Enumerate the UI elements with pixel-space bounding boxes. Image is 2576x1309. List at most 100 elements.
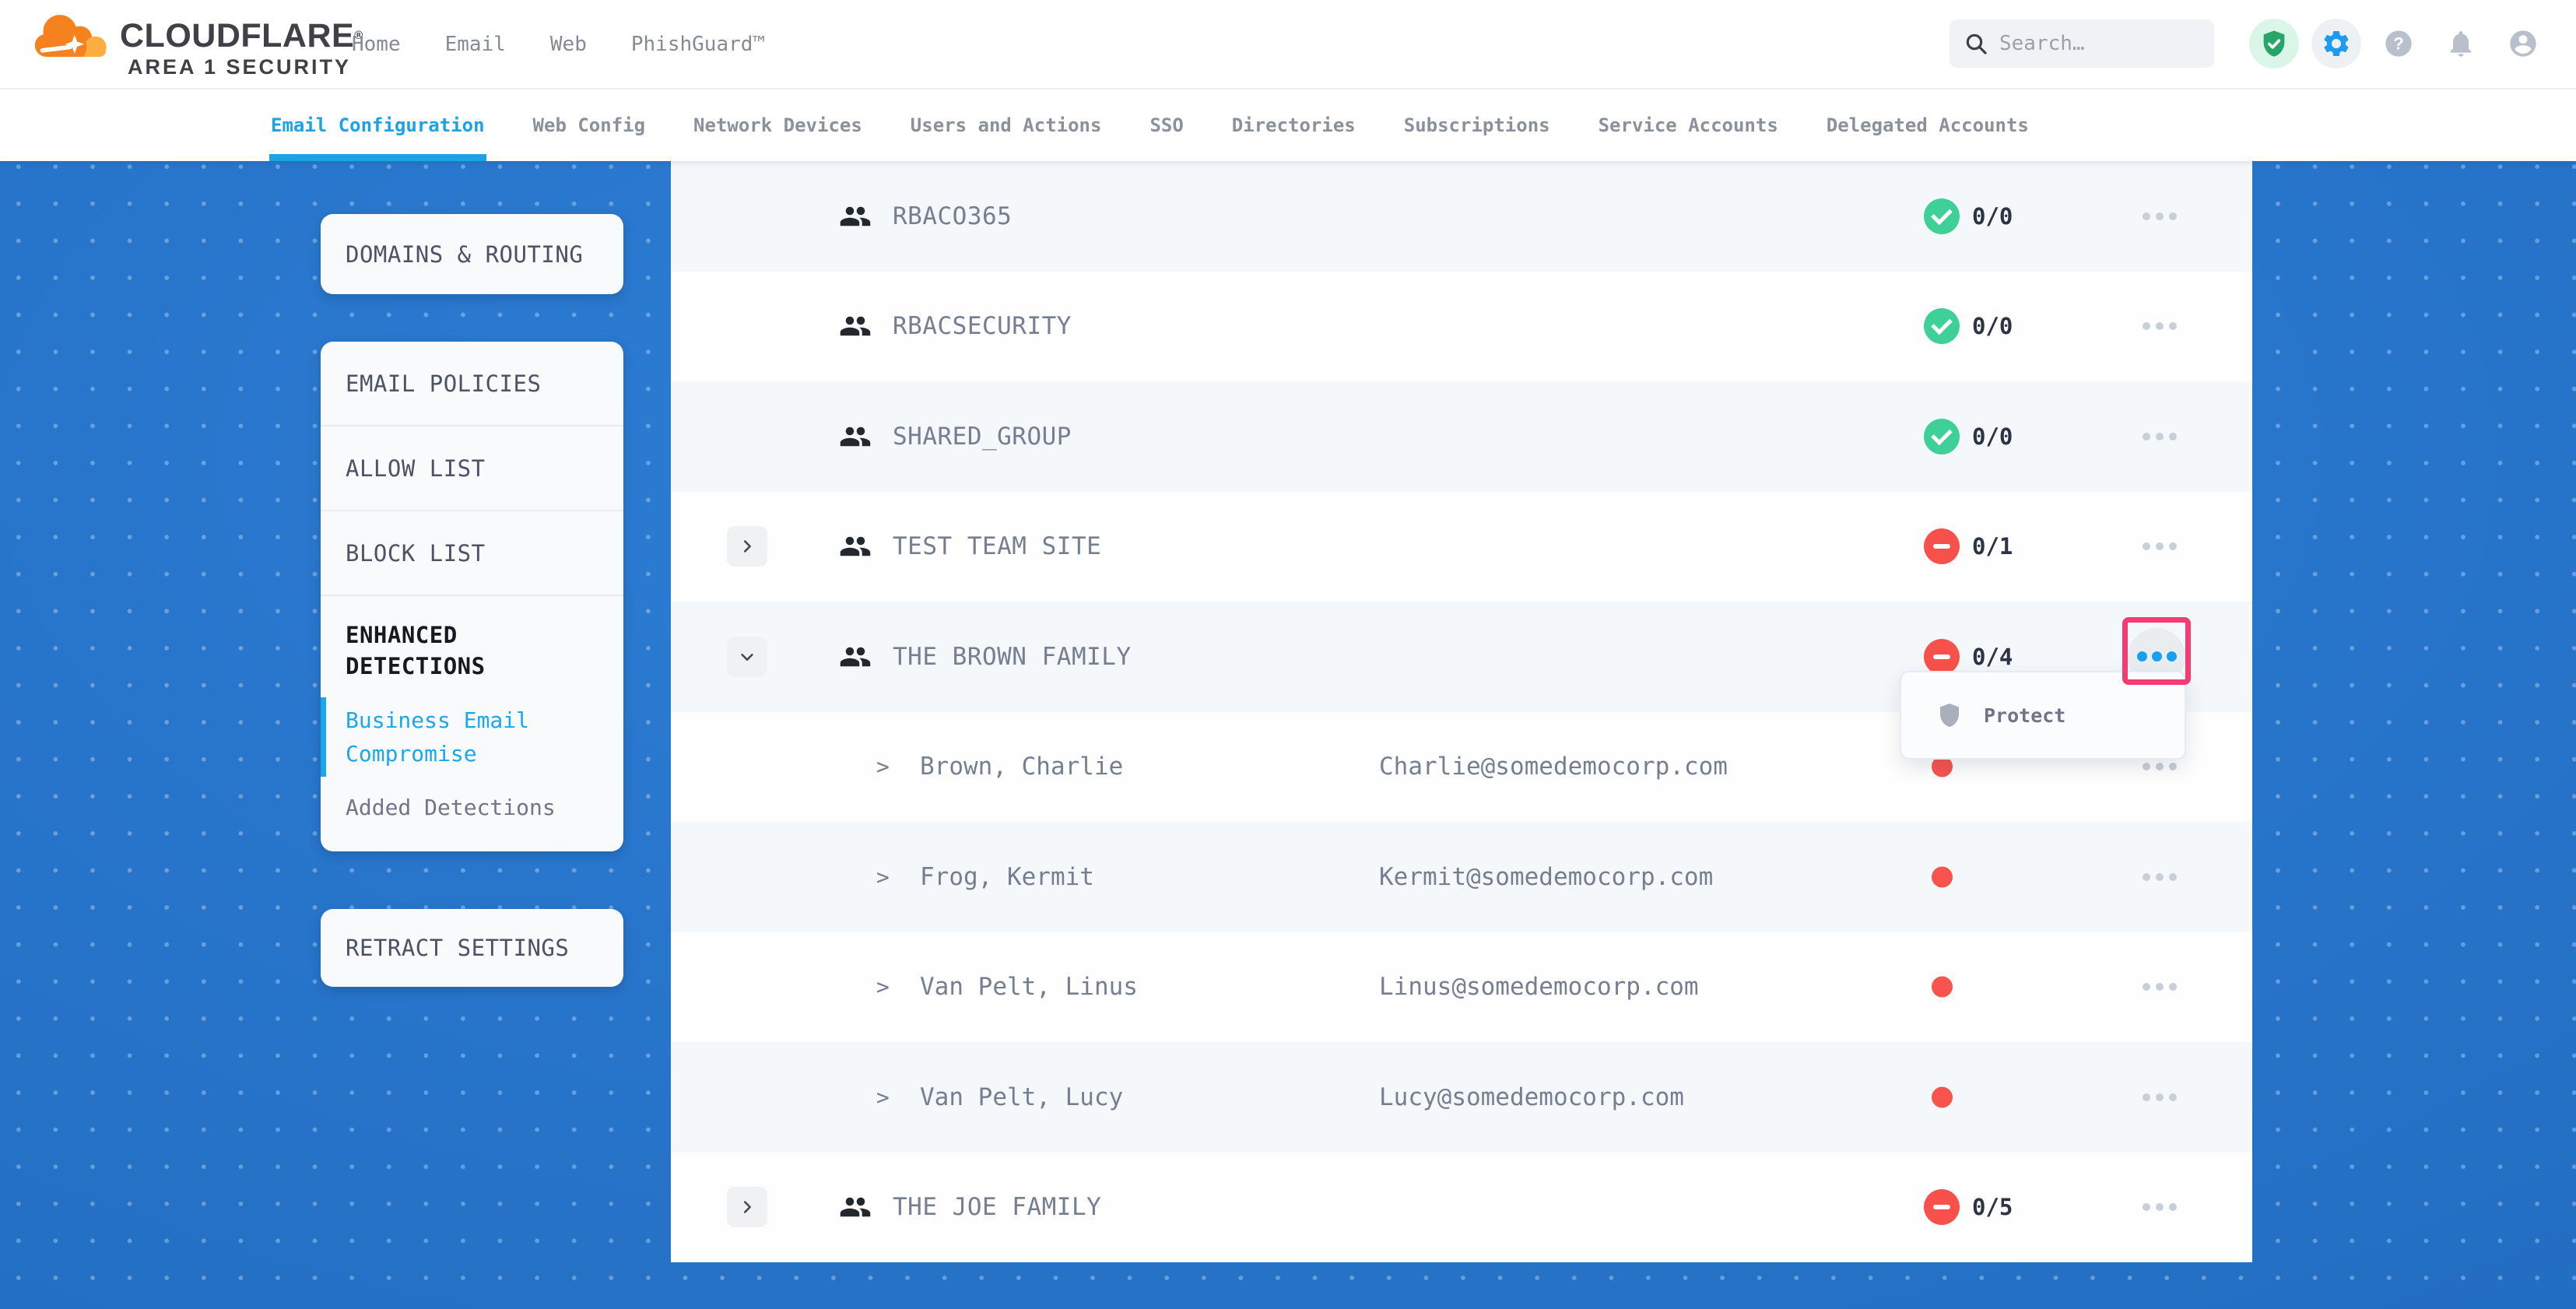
chevron-right-icon[interactable] xyxy=(876,1084,890,1110)
protection-count: 0/1 xyxy=(1972,533,2013,560)
status-badge xyxy=(1924,528,1960,564)
tab-service-accounts[interactable]: Service Accounts xyxy=(1599,89,1778,161)
account-button[interactable] xyxy=(2498,19,2548,68)
sidebar-policy-items: EMAIL POLICIESALLOW LISTBLOCK LIST xyxy=(321,342,623,596)
group-name: SHARED_GROUP xyxy=(893,423,1072,451)
tab-sso[interactable]: SSO xyxy=(1149,89,1183,161)
cloudflare-logo[interactable]: CLOUDFLARE® AREA 1 SECURITY xyxy=(33,8,363,79)
member-name: Frog, Kermit xyxy=(920,863,1094,891)
status-dot xyxy=(1932,1086,1953,1107)
expand-toggle-button[interactable] xyxy=(727,637,767,677)
app-header: CLOUDFLARE® AREA 1 SECURITY Home Email Web… xyxy=(0,0,2576,88)
table-row-member: Van Pelt, Linus Linus@somedemocorp.com xyxy=(671,932,2252,1043)
row-actions-button[interactable] xyxy=(2139,1093,2179,1101)
sidebar-item-retract-settings[interactable]: RETRACT SETTINGS xyxy=(321,909,623,987)
nav-web[interactable]: Web xyxy=(550,33,587,56)
menu-item-protect[interactable]: Protect xyxy=(1984,704,2065,727)
member-name: Van Pelt, Lucy xyxy=(920,1083,1123,1111)
search-input[interactable] xyxy=(1999,32,2200,55)
group-icon xyxy=(839,200,872,233)
expand-toggle-button[interactable] xyxy=(727,526,767,567)
sidebar-enhanced-detections: ENHANCED DETECTIONS Business Email Compr… xyxy=(321,596,623,824)
row-actions-menu: Protect xyxy=(1900,671,2186,760)
help-icon: ? xyxy=(2383,28,2414,59)
chevron-right-icon[interactable] xyxy=(876,754,890,780)
member-email: Lucy@somedemocorp.com xyxy=(1379,1083,1684,1111)
sidebar-item-email-policies[interactable]: EMAIL POLICIES xyxy=(321,342,623,426)
status-badge xyxy=(1924,308,1960,344)
status-dot xyxy=(1932,977,1953,998)
tab-directories[interactable]: Directories xyxy=(1232,89,1356,161)
tab-email-configuration[interactable]: Email Configuration xyxy=(271,89,485,161)
sidebar-item-business-email-compromise[interactable]: Business Email Compromise xyxy=(346,704,532,770)
sidebar-item-block-list[interactable]: BLOCK LIST xyxy=(321,511,623,596)
help-button[interactable]: ? xyxy=(2374,19,2423,68)
group-icon xyxy=(839,420,872,453)
row-actions-button[interactable] xyxy=(2139,212,2179,220)
status-badge xyxy=(1924,639,1960,675)
settings-button[interactable] xyxy=(2311,19,2361,68)
sidebar-item-domains-routing[interactable]: DOMAINS & ROUTING xyxy=(321,214,623,294)
table-row-member: Frog, Kermit Kermit@somedemocorp.com xyxy=(671,822,2252,932)
sidebar-item-added-detections[interactable]: Added Detections xyxy=(346,791,598,824)
protection-status-button[interactable] xyxy=(2249,19,2299,68)
chevron-right-icon[interactable] xyxy=(876,864,890,890)
search-icon xyxy=(1964,31,1988,56)
member-name: Van Pelt, Linus xyxy=(920,973,1138,1001)
top-navigation: Home Email Web PhishGuard™ xyxy=(352,0,765,88)
protection-count: 0/0 xyxy=(1972,313,2013,339)
row-actions-button[interactable] xyxy=(2139,433,2179,440)
protection-count: 0/0 xyxy=(1972,423,2013,450)
table-row-group: THE BROWN FAMILY 0/4 Protect xyxy=(671,602,2252,712)
status-badge xyxy=(1924,419,1960,454)
tab-network-devices[interactable]: Network Devices xyxy=(693,89,862,161)
member-email: Charlie@somedemocorp.com xyxy=(1379,753,1728,781)
group-name: THE JOE FAMILY xyxy=(893,1193,1101,1221)
group-name: TEST TEAM SITE xyxy=(893,532,1101,560)
protection-count: 0/0 xyxy=(1972,203,2013,230)
tab-web-config[interactable]: Web Config xyxy=(533,89,646,161)
row-actions-button[interactable] xyxy=(2139,322,2179,330)
table-row-member: Van Pelt, Lucy Lucy@somedemocorp.com xyxy=(671,1042,2252,1153)
group-name: RBACO365 xyxy=(893,202,1012,230)
gear-icon xyxy=(2321,28,2352,59)
chevron-right-icon[interactable] xyxy=(876,974,890,1000)
expand-toggle-button[interactable] xyxy=(727,1187,767,1227)
account-icon xyxy=(2508,28,2539,59)
table-row-group: THE JOE FAMILY 0/5 xyxy=(671,1153,2252,1263)
tab-delegated-accounts[interactable]: Delegated Accounts xyxy=(1827,89,2029,161)
table-row-group: SHARED_GROUP 0/0 xyxy=(671,381,2252,492)
notifications-button[interactable] xyxy=(2436,19,2486,68)
table-row-group: RBACO365 0/0 xyxy=(671,161,2252,272)
protection-count: 0/4 xyxy=(1972,644,2013,670)
row-actions-button[interactable] xyxy=(2139,1203,2179,1211)
sidebar-item-allow-list[interactable]: ALLOW LIST xyxy=(321,426,623,511)
sidebar-item-label: RETRACT SETTINGS xyxy=(346,935,569,961)
nav-home[interactable]: Home xyxy=(352,33,401,56)
tab-subscriptions[interactable]: Subscriptions xyxy=(1404,89,1550,161)
nav-email[interactable]: Email xyxy=(445,33,506,56)
brand-name: CLOUDFLARE xyxy=(120,17,354,54)
brand-subtitle: AREA 1 SECURITY xyxy=(128,55,363,79)
group-icon xyxy=(839,530,872,563)
chevron-right-icon xyxy=(739,1198,756,1216)
row-actions-button[interactable] xyxy=(2139,873,2179,881)
tab-users-and-actions[interactable]: Users and Actions xyxy=(911,89,1102,161)
svg-text:?: ? xyxy=(2393,34,2404,54)
row-actions-button[interactable] xyxy=(2139,763,2179,770)
page: { "colors": { "background_blue": "#2277D… xyxy=(0,0,2576,1309)
row-actions-button[interactable] xyxy=(2139,983,2179,991)
status-badge xyxy=(1924,198,1960,234)
sidebar-item-enhanced-detections[interactable]: ENHANCED DETECTIONS xyxy=(346,619,598,682)
group-icon xyxy=(839,640,872,673)
table-row-group: RBACSECURITY 0/0 xyxy=(671,272,2252,382)
section-tabs: Email Configuration Web Config Network Dev… xyxy=(0,88,2576,161)
search-box[interactable] xyxy=(1950,19,2214,68)
group-name: THE BROWN FAMILY xyxy=(893,643,1132,671)
nav-phishguard[interactable]: PhishGuard™ xyxy=(631,33,765,56)
table-row-group: TEST TEAM SITE 0/1 xyxy=(671,492,2252,602)
header-icon-cluster: ? xyxy=(2249,19,2548,68)
row-actions-button[interactable] xyxy=(2139,542,2179,550)
sidebar-policies-card: EMAIL POLICIESALLOW LISTBLOCK LIST ENHAN… xyxy=(321,342,623,851)
shield-icon xyxy=(1936,701,1964,729)
